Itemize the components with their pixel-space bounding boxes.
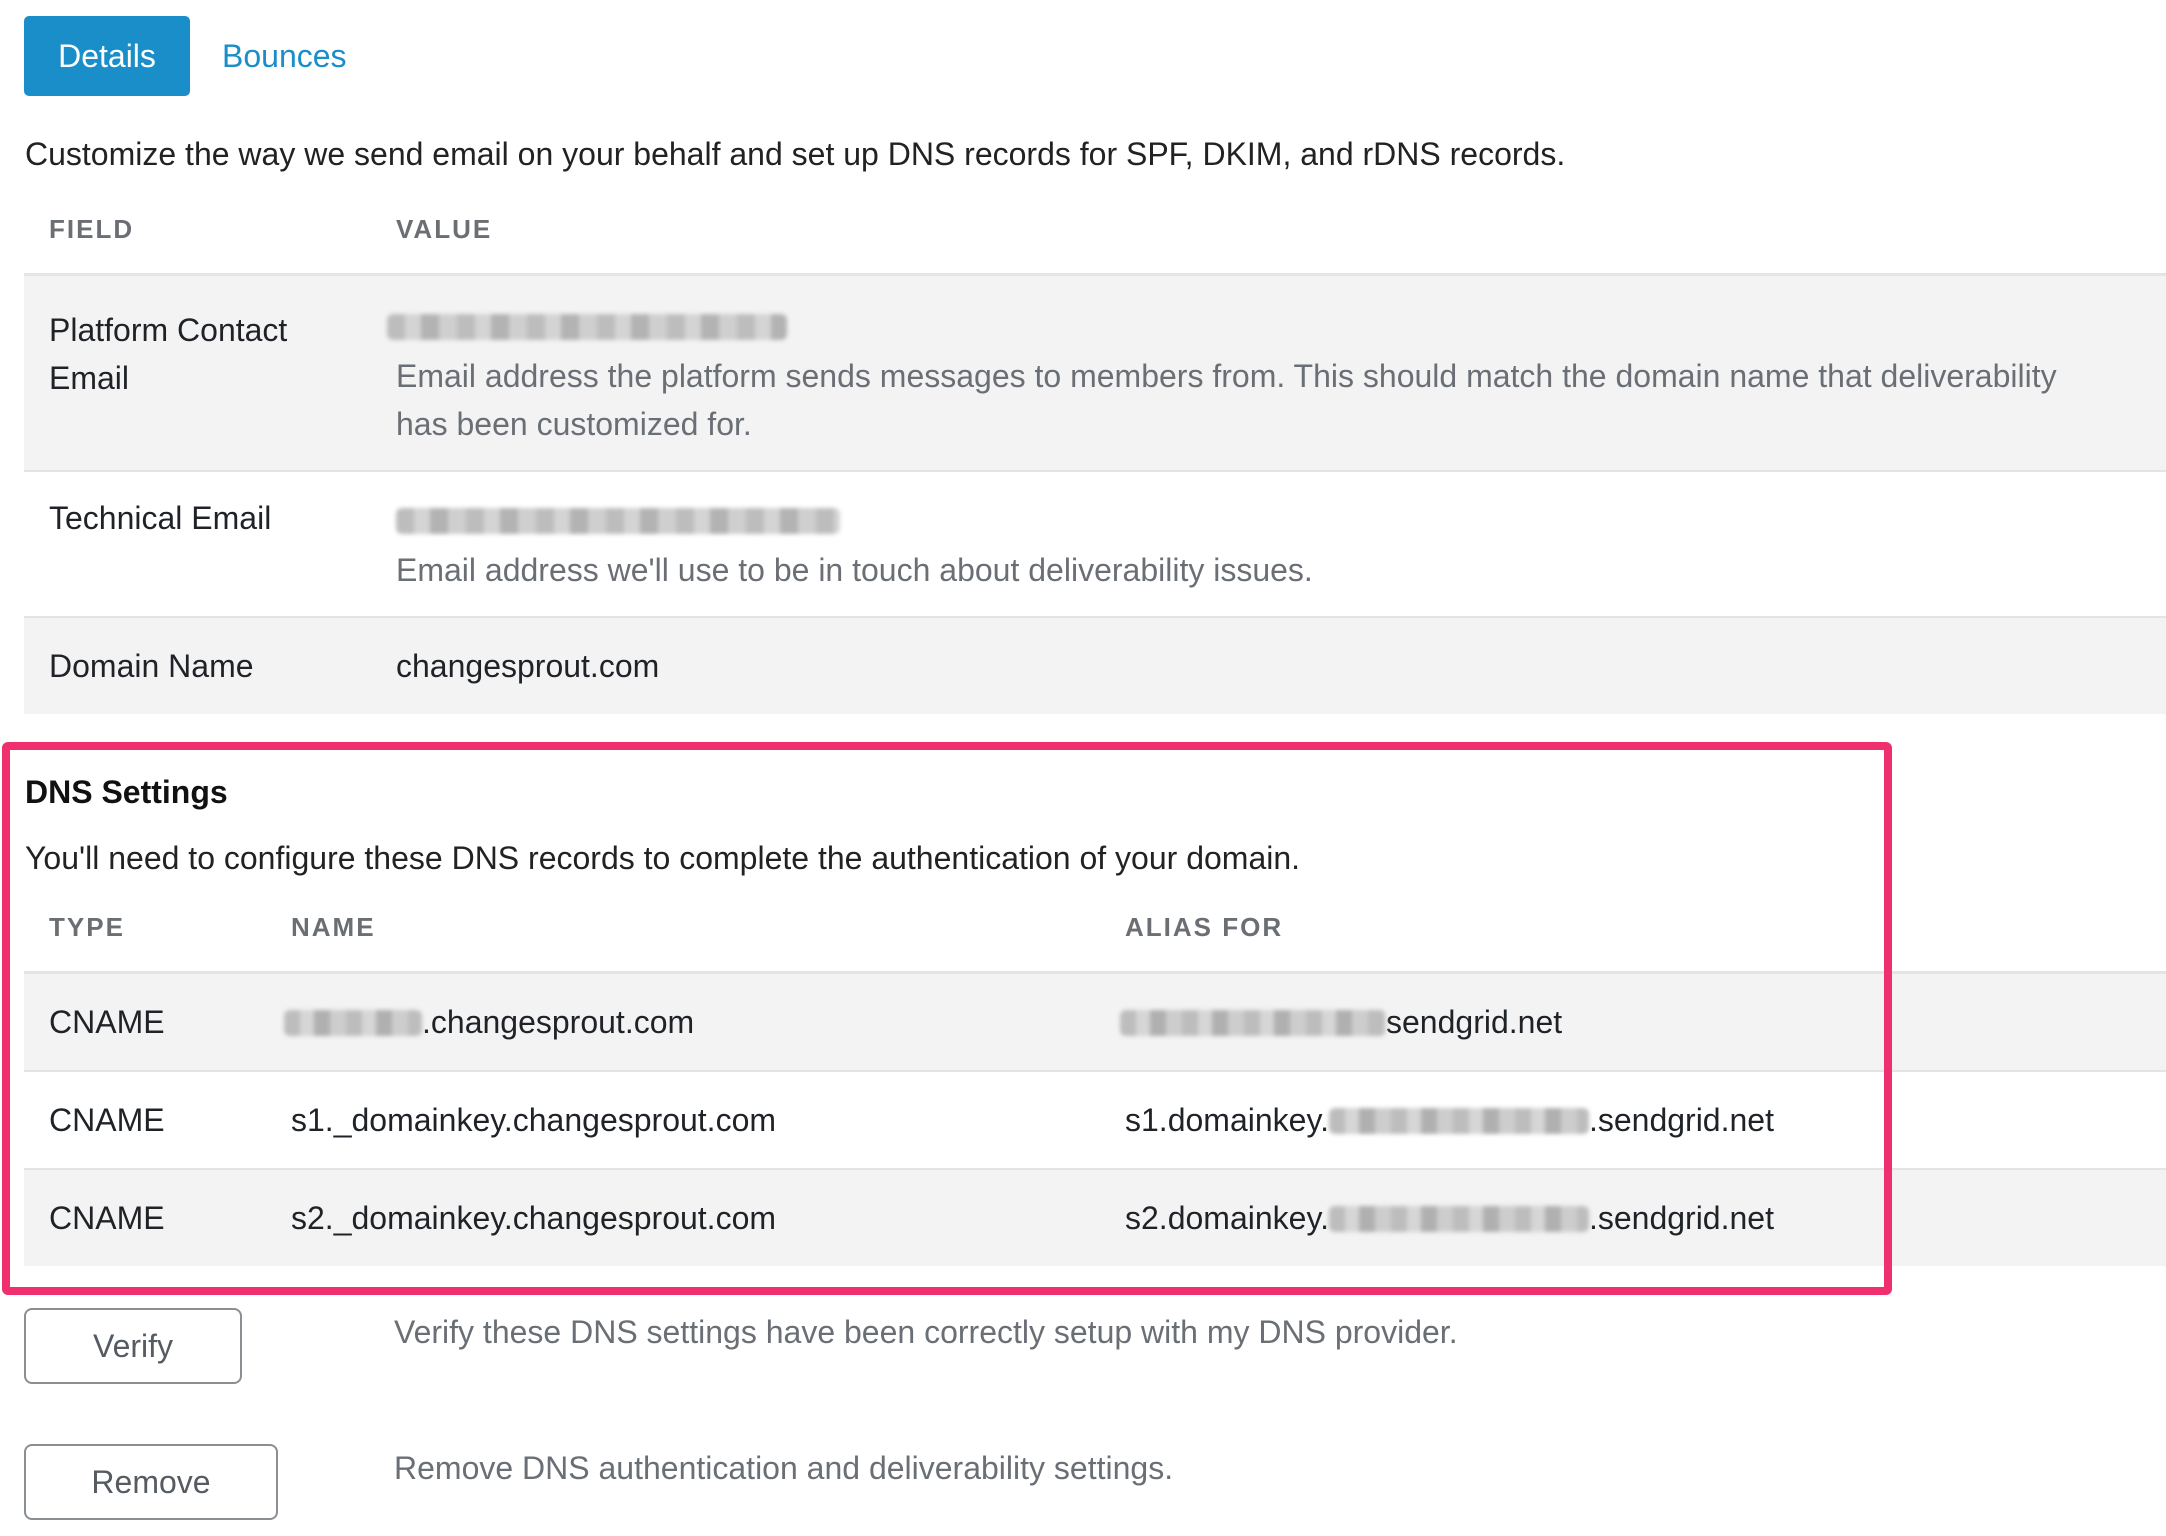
intro-text: Customize the way we send email on your …	[25, 136, 1566, 172]
column-header-field: FIELD	[49, 214, 135, 244]
tab-bounces[interactable]: Bounces	[190, 16, 347, 96]
record-type: CNAME	[49, 1200, 165, 1236]
redacted-alias	[1328, 1107, 1589, 1134]
field-label: Platform Contact Email	[49, 306, 287, 402]
field-label: Technical Email	[49, 500, 272, 536]
record-name: s2._domainkey.changesprout.com	[291, 1200, 777, 1236]
verify-button[interactable]: Verify	[24, 1308, 242, 1384]
record-alias-text: s1.domainkey.	[1125, 1102, 1329, 1138]
field-label-line: Platform Contact	[49, 312, 288, 348]
dns-section-title: DNS Settings	[25, 774, 228, 810]
redacted-email	[396, 508, 840, 534]
tab-details[interactable]: Details	[24, 16, 190, 96]
record-name: s1._domainkey.changesprout.com	[291, 1102, 777, 1138]
record-alias: sendgrid.net	[1120, 1004, 1562, 1041]
record-name: .changesprout.com	[284, 1004, 694, 1041]
record-alias-text: .sendgrid.net	[1588, 1200, 1774, 1236]
redacted-alias	[1328, 1205, 1589, 1232]
table-row: Technical Email Email address we'll use …	[24, 472, 2166, 618]
record-alias-text: sendgrid.net	[1386, 1004, 1563, 1040]
dns-section-description: You'll need to configure these DNS recor…	[25, 840, 1301, 876]
column-header-alias: ALIAS FOR	[1125, 912, 1284, 942]
redacted-alias	[1120, 1009, 1386, 1036]
record-type: CNAME	[49, 1102, 165, 1138]
table-row: CNAME s2._domainkey.changesprout.com s2.…	[24, 1170, 2166, 1266]
help-line: Email address the platform sends message…	[396, 358, 2057, 394]
field-value: changesprout.com	[396, 648, 660, 684]
redacted-email	[387, 314, 787, 340]
column-header-type: TYPE	[49, 912, 125, 942]
record-alias: s1.domainkey. .sendgrid.net	[1125, 1102, 1774, 1139]
table-row: CNAME .changesprout.com sendgrid.net	[24, 974, 2166, 1072]
column-header-value: VALUE	[396, 214, 493, 244]
record-alias: s2.domainkey. .sendgrid.net	[1125, 1200, 1774, 1237]
record-alias-text: s2.domainkey.	[1125, 1200, 1329, 1236]
help-line: has been customized for.	[396, 406, 752, 442]
field-help: Email address we'll use to be in touch a…	[396, 552, 1313, 588]
field-label-line: Email	[49, 360, 130, 396]
tab-bar: Details Bounces	[24, 16, 347, 96]
remove-button[interactable]: Remove	[24, 1444, 278, 1520]
record-name-text: .changesprout.com	[422, 1004, 695, 1040]
verify-description: Verify these DNS settings have been corr…	[394, 1314, 1458, 1350]
remove-description: Remove DNS authentication and deliverabi…	[394, 1450, 1174, 1486]
record-type: CNAME	[49, 1004, 165, 1040]
redacted-name	[284, 1009, 422, 1036]
table-row: Domain Name changesprout.com	[24, 618, 2166, 714]
field-label: Domain Name	[49, 648, 254, 684]
table-row: CNAME s1._domainkey.changesprout.com s1.…	[24, 1072, 2166, 1170]
field-help: Email address the platform sends message…	[396, 352, 2057, 448]
column-header-name: NAME	[291, 912, 376, 942]
table-row: Platform Contact Email Email address the…	[24, 276, 2166, 472]
record-alias-text: .sendgrid.net	[1588, 1102, 1774, 1138]
